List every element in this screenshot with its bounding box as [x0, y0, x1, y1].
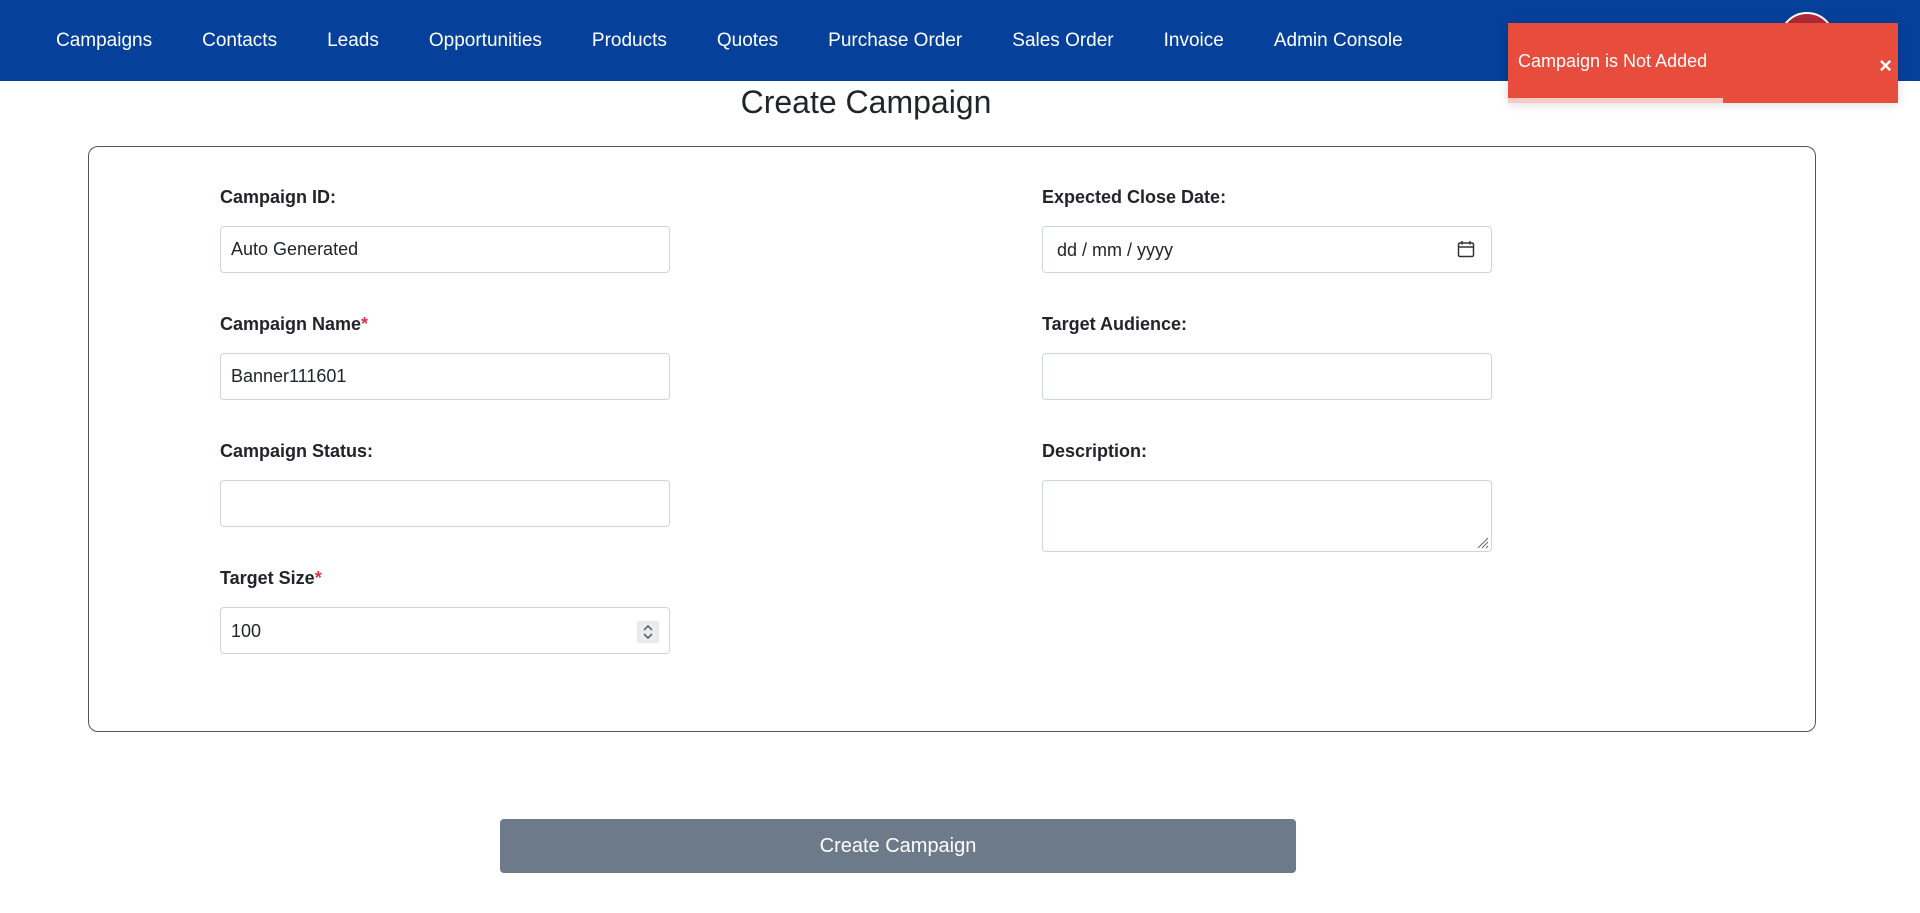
required-asterisk: *: [314, 568, 322, 588]
date-placeholder: dd / mm / yyyy: [1057, 240, 1174, 260]
target-size-input[interactable]: 100: [220, 607, 670, 654]
nav-item-quotes[interactable]: Quotes: [717, 30, 778, 52]
nav-item-leads[interactable]: Leads: [327, 30, 379, 52]
campaign-name-label: Campaign Name*: [220, 314, 369, 334]
campaign-status-input[interactable]: [220, 480, 670, 527]
target-audience-input[interactable]: [1042, 353, 1492, 400]
description-textarea[interactable]: [1042, 480, 1492, 552]
nav-item-contacts[interactable]: Contacts: [202, 30, 277, 52]
required-asterisk: *: [361, 314, 369, 334]
calendar-icon[interactable]: [1457, 240, 1475, 258]
target-audience-label: Target Audience:: [1042, 314, 1188, 334]
nav-item-opportunities[interactable]: Opportunities: [429, 30, 542, 52]
spinner-icon[interactable]: [637, 621, 659, 643]
campaign-status-label: Campaign Status:: [220, 441, 374, 461]
campaign-id-label: Campaign ID:: [220, 187, 337, 207]
nav-item-products[interactable]: Products: [592, 30, 667, 52]
resize-grip-icon[interactable]: [1475, 535, 1489, 549]
nav-item-sales-order[interactable]: Sales Order: [1012, 30, 1113, 52]
expected-close-date-input[interactable]: dd / mm / yyyy: [1042, 226, 1492, 273]
campaign-form: Campaign ID: Campaign Name* Campaign Sta…: [88, 146, 1816, 732]
target-size-value: 100: [231, 621, 262, 641]
toast-message: Campaign is Not Added: [1518, 51, 1708, 71]
target-size-label: Target Size*: [220, 568, 322, 588]
campaign-name-input[interactable]: [220, 353, 670, 400]
campaign-id-input[interactable]: [220, 226, 670, 273]
nav-item-campaigns[interactable]: Campaigns: [56, 30, 152, 52]
page-title: Create Campaign: [740, 84, 992, 120]
create-campaign-button[interactable]: Create Campaign: [500, 819, 1296, 873]
nav-item-invoice[interactable]: Invoice: [1164, 30, 1224, 52]
nav-item-admin-console[interactable]: Admin Console: [1274, 30, 1403, 52]
description-label: Description:: [1042, 441, 1148, 461]
nav-item-purchase-order[interactable]: Purchase Order: [828, 30, 962, 52]
close-icon[interactable]: ×: [1879, 55, 1892, 77]
expected-close-date-label: Expected Close Date:: [1042, 187, 1227, 207]
